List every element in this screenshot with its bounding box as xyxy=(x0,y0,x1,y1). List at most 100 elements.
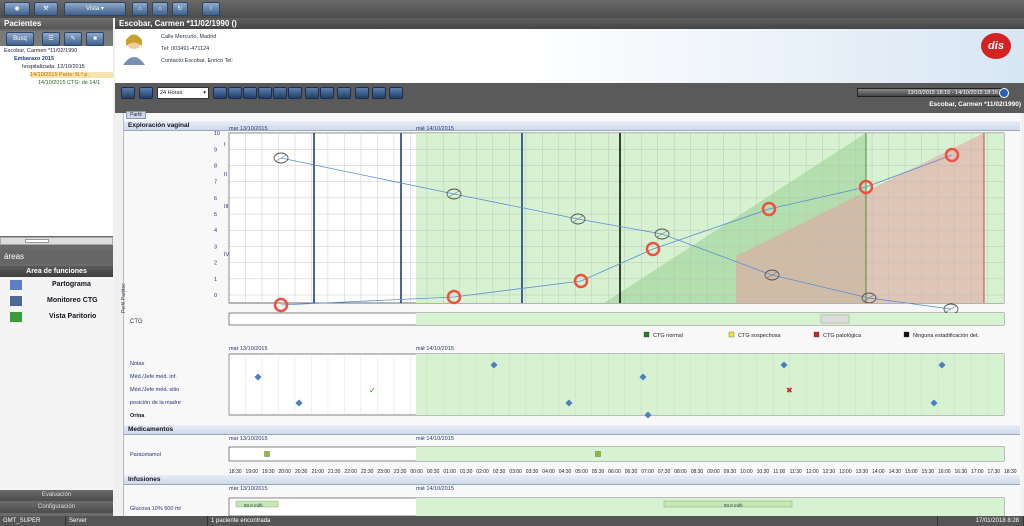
refresh-icon[interactable]: ↻ xyxy=(172,2,188,16)
y-tick-label: 0 xyxy=(214,293,217,299)
view-dropdown-label: Vista xyxy=(86,6,100,12)
notes-normal-zone xyxy=(416,354,1004,415)
time-tick-label: 12:00 xyxy=(806,469,819,475)
patient-contact: Contacto:Escobar, Enrico Tel: xyxy=(161,58,234,64)
patients-panel: Pacientes Busq ☰ ✎ ■ Escobar, Carmen *11… xyxy=(0,18,113,516)
toolbar-patient-label: Escobar, Carmen *11/02/1990) xyxy=(929,101,1021,108)
time-tick-label: 17:30 xyxy=(988,469,1001,475)
next-icon[interactable] xyxy=(258,87,272,99)
patients-title: Pacientes xyxy=(0,18,113,29)
notes-row-label: Notas xyxy=(130,361,145,367)
main-area: Escobar, Carmen *11/02/1990 () Calle Mer… xyxy=(115,18,1024,516)
time-tick-label: 11:30 xyxy=(790,469,802,475)
station-tick: III xyxy=(224,204,229,210)
range-select[interactable]: 24 Horas ▾ xyxy=(157,87,209,99)
y-tick-label: 7 xyxy=(214,180,217,186)
monitor-icon xyxy=(10,296,22,306)
time-tick-label: 13:00 xyxy=(839,469,852,475)
time-tick-label: 16:00 xyxy=(938,469,951,475)
delivery-room-icon xyxy=(10,312,22,322)
time-tick-label: 08:00 xyxy=(674,469,687,475)
station-tick: I xyxy=(224,142,226,148)
app-menu-button[interactable]: ◉ xyxy=(4,2,30,16)
prev-icon[interactable] xyxy=(243,87,257,99)
help-icon[interactable] xyxy=(372,87,386,99)
status-user: GMT_SUPER xyxy=(0,516,66,526)
ctg-legend-swatch xyxy=(728,331,735,338)
med-dose-marker[interactable] xyxy=(264,451,270,457)
patient-info: Calle Mercurio, Madrid Tel: 003491-47112… xyxy=(115,29,1024,83)
add-icon[interactable] xyxy=(305,87,319,99)
area-item-monitoreo[interactable]: Monitoreo CTG xyxy=(47,297,98,304)
ctg-scroll-thumb[interactable] xyxy=(820,314,850,324)
tree-item[interactable]: Escobar, Carmen *11/02/1990 xyxy=(4,48,77,54)
time-tick-label: 19:30 xyxy=(262,469,275,475)
time-tick-label: 23:30 xyxy=(394,469,407,475)
patient-tree: Escobar, Carmen *11/02/1990 Embarazo 2015… xyxy=(0,46,113,236)
first-icon[interactable] xyxy=(213,87,227,99)
time-tick-label: 10:30 xyxy=(757,469,770,475)
clock-icon[interactable] xyxy=(999,88,1009,98)
tree-item[interactable]: Embarazo 2015 xyxy=(14,56,54,62)
last-icon[interactable] xyxy=(288,87,302,99)
y-tick-label: 1 xyxy=(214,277,217,283)
tree-item[interactable]: 14/10/2015 Parto: N.º p. xyxy=(30,72,113,78)
date-label: mar 13/10/2015 xyxy=(229,126,268,132)
time-tick-label: 12:30 xyxy=(823,469,836,475)
time-tick-label: 07:30 xyxy=(658,469,671,475)
info-icon[interactable] xyxy=(389,87,403,99)
patient-phone: Tel: 003491-471124 xyxy=(161,46,210,52)
time-tick-label: 03:00 xyxy=(509,469,522,475)
evaluation-button[interactable]: Evaluación xyxy=(0,490,113,501)
edit-icon[interactable]: ✎ xyxy=(64,32,82,46)
view-dropdown[interactable]: Vista ▾ xyxy=(64,2,126,16)
time-tick-label: 20:30 xyxy=(295,469,308,475)
patient-avatar xyxy=(123,34,145,65)
time-tick-label: 22:00 xyxy=(344,469,357,475)
med-dose-marker[interactable] xyxy=(595,451,601,457)
check-icon: ✓ xyxy=(369,386,376,395)
scrollbar-thumb[interactable] xyxy=(25,239,49,243)
ctg-legend-label: CTG sospechosa xyxy=(738,333,781,339)
ctg-legend-swatch xyxy=(643,331,650,338)
zoom-out-icon[interactable] xyxy=(139,87,153,99)
filter-icon[interactable]: ☰ xyxy=(42,32,60,46)
area-item-vista-paritorio[interactable]: Vista Paritorio xyxy=(49,313,96,320)
areas-title: áreas xyxy=(0,250,113,264)
house-icon[interactable]: ⌂ xyxy=(152,2,168,16)
configuration-button[interactable]: Configuración xyxy=(0,502,113,513)
time-tick-label: 00:30 xyxy=(427,469,440,475)
time-tick-label: 01:30 xyxy=(460,469,473,475)
chart-icon[interactable] xyxy=(320,87,334,99)
tree-item[interactable]: 14/10/2015 CTG: de 14/1 xyxy=(38,80,100,86)
next-page-icon[interactable] xyxy=(273,87,287,99)
folder-icon[interactable]: ■ xyxy=(86,32,104,46)
time-tick-label: 10:00 xyxy=(740,469,753,475)
zoom-in-icon[interactable] xyxy=(121,87,135,99)
ctg-legend-swatch xyxy=(813,331,820,338)
time-tick-label: 16:30 xyxy=(955,469,968,475)
home-icon[interactable]: ⌂ xyxy=(132,2,148,16)
time-tick-label: 19:00 xyxy=(245,469,258,475)
station-tick: II xyxy=(224,172,228,178)
calendar-icon[interactable] xyxy=(337,87,351,99)
infusion-rate-label: 50.0 ml/h xyxy=(724,503,743,508)
area-item-partograma[interactable]: Partograma xyxy=(52,281,91,288)
print-icon[interactable] xyxy=(355,87,369,99)
status-server: Server xyxy=(66,516,208,526)
prev-page-icon[interactable] xyxy=(228,87,242,99)
date-label: mié 14/10/2015 xyxy=(416,346,454,352)
info-icon[interactable]: i xyxy=(202,2,220,16)
y-tick-label: 4 xyxy=(214,228,217,234)
tools-button[interactable]: ⚒ xyxy=(34,2,58,16)
med-row-label: Paracetamol xyxy=(130,452,161,458)
tree-scrollbar[interactable] xyxy=(0,237,113,245)
partogram-chart[interactable]: mar 13/10/2015 mié 14/10/2015 mar 13/10/20… xyxy=(124,113,1022,516)
search-button[interactable]: Busq xyxy=(6,32,34,46)
notes-row-label: Méd./Jefe méd. sitio xyxy=(130,387,179,393)
time-tick-label: 03:30 xyxy=(526,469,539,475)
infusion-row-label: Glucosa 10% 500 ml xyxy=(130,506,181,512)
time-tick-label: 22:30 xyxy=(361,469,374,475)
notes-row-label: Orina xyxy=(130,413,145,419)
tree-item[interactable]: hospitalizada: 12/10/2015 xyxy=(22,64,85,70)
